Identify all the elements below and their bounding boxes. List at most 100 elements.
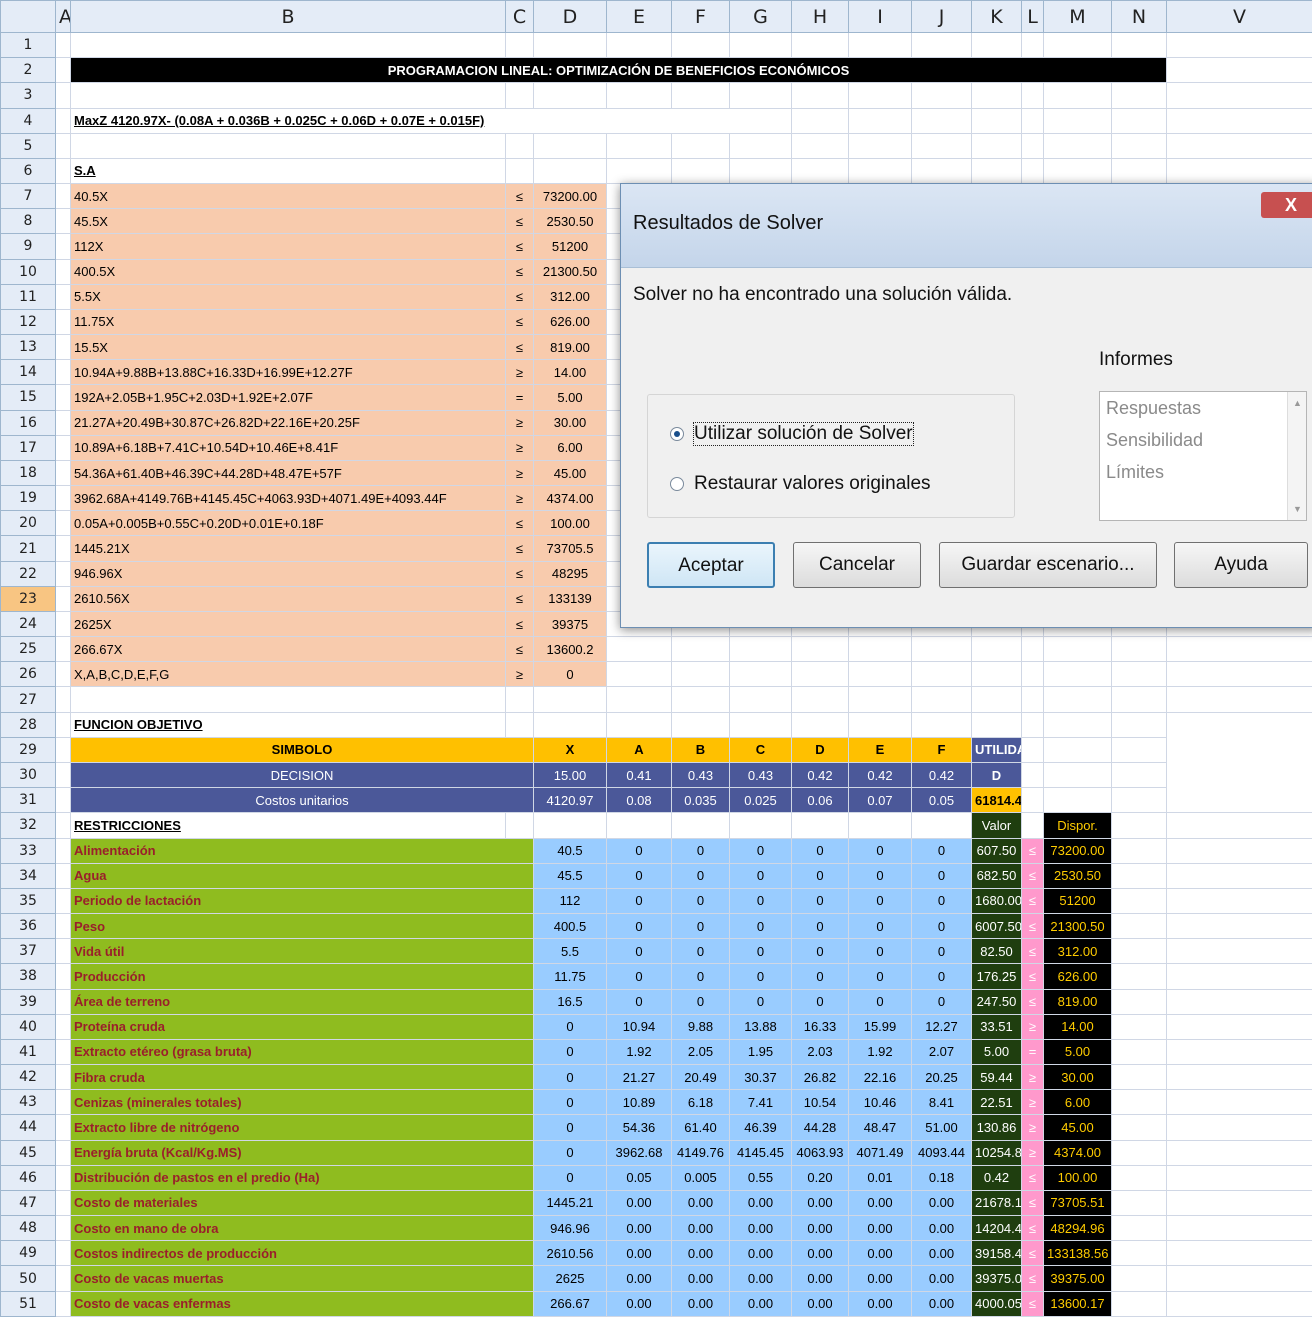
constraint-expr[interactable]: 1445.21X xyxy=(70,535,506,562)
cell[interactable] xyxy=(911,31,972,59)
constraint-rhs[interactable]: 5.00 xyxy=(533,384,607,411)
restriction-coef[interactable]: 0.00 xyxy=(606,1265,672,1292)
restriction-sign[interactable]: ≤ xyxy=(1021,938,1044,965)
restriction-sign[interactable]: ≥ xyxy=(1021,1089,1044,1116)
restriction-coef[interactable]: 0.00 xyxy=(848,1189,912,1217)
cell[interactable] xyxy=(55,258,71,285)
restriction-value[interactable]: 1680.00 xyxy=(971,887,1022,915)
restriction-name[interactable]: Extracto libre de nitrógeno xyxy=(70,1114,534,1141)
cell[interactable] xyxy=(791,812,849,839)
row-header[interactable]: 5 xyxy=(0,132,56,159)
utilidad-label-tail[interactable]: D xyxy=(971,761,1022,789)
restriction-coef[interactable]: 0 xyxy=(791,938,849,965)
restriction-value[interactable]: 4000.05 xyxy=(971,1290,1022,1317)
restriction-coef[interactable]: 8.41 xyxy=(911,1089,972,1116)
column-header[interactable]: J xyxy=(911,0,972,33)
cell[interactable] xyxy=(55,1139,71,1166)
constraint-sign[interactable]: ≤ xyxy=(505,610,534,638)
row-header[interactable]: 45 xyxy=(0,1139,56,1166)
sa-label[interactable]: S.A xyxy=(70,157,506,185)
row-header[interactable]: 1 xyxy=(0,31,56,59)
costos-label[interactable]: Costos unitarios xyxy=(70,787,534,814)
restriction-sign[interactable]: = xyxy=(1021,1038,1044,1066)
cell[interactable] xyxy=(55,208,71,235)
column-header[interactable]: F xyxy=(671,0,730,33)
cell[interactable] xyxy=(1111,837,1167,864)
cell[interactable] xyxy=(911,686,972,713)
restriction-coef[interactable]: 0 xyxy=(606,887,672,915)
row-header[interactable]: 7 xyxy=(0,183,56,210)
cell[interactable] xyxy=(1111,938,1167,965)
cell[interactable] xyxy=(533,132,607,159)
restriction-coef[interactable]: 0 xyxy=(671,887,730,915)
cell[interactable] xyxy=(1021,736,1044,763)
restriction-coef[interactable]: 0 xyxy=(533,1139,607,1166)
cell[interactable] xyxy=(606,711,672,738)
constraint-expr[interactable]: 2625X xyxy=(70,610,506,638)
restriction-value[interactable]: 0.42 xyxy=(971,1164,1022,1191)
constraint-expr[interactable]: 11.75X xyxy=(70,308,506,336)
row-header[interactable]: 24 xyxy=(0,610,56,638)
constraint-sign[interactable]: ≤ xyxy=(505,560,534,587)
cell[interactable] xyxy=(1111,1290,1167,1317)
restriction-coef[interactable]: 0.01 xyxy=(848,1164,912,1191)
restriction-coef[interactable]: 0 xyxy=(911,887,972,915)
cell[interactable] xyxy=(1043,736,1112,763)
constraint-expr[interactable]: 54.36A+61.40B+46.39C+44.28D+48.47E+57F xyxy=(70,459,506,487)
restriction-coef[interactable]: 0.55 xyxy=(729,1164,792,1191)
restriction-name[interactable]: Área de terreno xyxy=(70,988,534,1015)
constraint-rhs[interactable]: 100.00 xyxy=(533,510,607,537)
constraint-expr[interactable]: 15.5X xyxy=(70,334,506,361)
restriction-coef[interactable]: 2.05 xyxy=(671,1038,730,1066)
restriction-coef[interactable]: 0.00 xyxy=(729,1240,792,1267)
cell[interactable] xyxy=(1166,636,1312,663)
cell[interactable] xyxy=(729,636,792,663)
restriction-name[interactable]: Costo de vacas muertas xyxy=(70,1265,534,1292)
cell[interactable] xyxy=(606,157,672,185)
cell[interactable] xyxy=(791,157,849,185)
cell[interactable] xyxy=(1166,107,1312,134)
restriction-name[interactable]: Costo de materiales xyxy=(70,1189,534,1217)
cell[interactable] xyxy=(606,686,672,713)
constraint-expr[interactable]: 5.5X xyxy=(70,283,506,310)
restriction-coef[interactable]: 3962.68 xyxy=(606,1139,672,1166)
restriction-sign[interactable]: ≤ xyxy=(1021,887,1044,915)
constraint-sign[interactable]: ≥ xyxy=(505,359,534,386)
restriction-sign[interactable]: ≥ xyxy=(1021,1139,1044,1166)
cell[interactable] xyxy=(671,82,730,109)
cell[interactable] xyxy=(55,308,71,336)
cell[interactable] xyxy=(1166,82,1312,109)
row-header[interactable]: 18 xyxy=(0,459,56,487)
cell[interactable] xyxy=(971,661,1022,688)
cell[interactable] xyxy=(1166,1265,1312,1292)
cell[interactable] xyxy=(971,132,1022,159)
constraint-expr[interactable]: 45.5X xyxy=(70,208,506,235)
row-header[interactable]: 22 xyxy=(0,560,56,587)
restriction-name[interactable]: Costos indirectos de producción xyxy=(70,1240,534,1267)
restriction-available[interactable]: 2530.50 xyxy=(1043,862,1112,889)
cell[interactable] xyxy=(791,686,849,713)
radio-selected-icon[interactable] xyxy=(670,427,684,441)
cell[interactable] xyxy=(55,1114,71,1141)
constraint-expr[interactable]: 400.5X xyxy=(70,258,506,285)
cell[interactable] xyxy=(971,31,1022,59)
restriction-available[interactable]: 30.00 xyxy=(1043,1064,1112,1091)
column-header[interactable]: K xyxy=(971,0,1022,33)
scroll-up-icon[interactable]: ▲ xyxy=(1293,398,1302,408)
cell[interactable] xyxy=(505,686,534,713)
restriction-coef[interactable]: 0 xyxy=(911,862,972,889)
restriction-coef[interactable]: 0.00 xyxy=(911,1240,972,1267)
cell[interactable] xyxy=(791,711,849,738)
row-header[interactable]: 11 xyxy=(0,283,56,310)
constraint-rhs[interactable]: 39375 xyxy=(533,610,607,638)
cell[interactable] xyxy=(1021,82,1044,109)
cell[interactable] xyxy=(55,535,71,562)
valor-label[interactable]: Valor xyxy=(971,812,1022,839)
restriction-coef[interactable]: 4063.93 xyxy=(791,1139,849,1166)
cell[interactable] xyxy=(55,812,71,839)
cell[interactable] xyxy=(505,157,534,185)
restriction-coef[interactable]: 10.46 xyxy=(848,1089,912,1116)
cell[interactable] xyxy=(1111,82,1167,109)
cell[interactable] xyxy=(1166,31,1312,59)
accept-button[interactable]: Aceptar xyxy=(647,542,775,588)
